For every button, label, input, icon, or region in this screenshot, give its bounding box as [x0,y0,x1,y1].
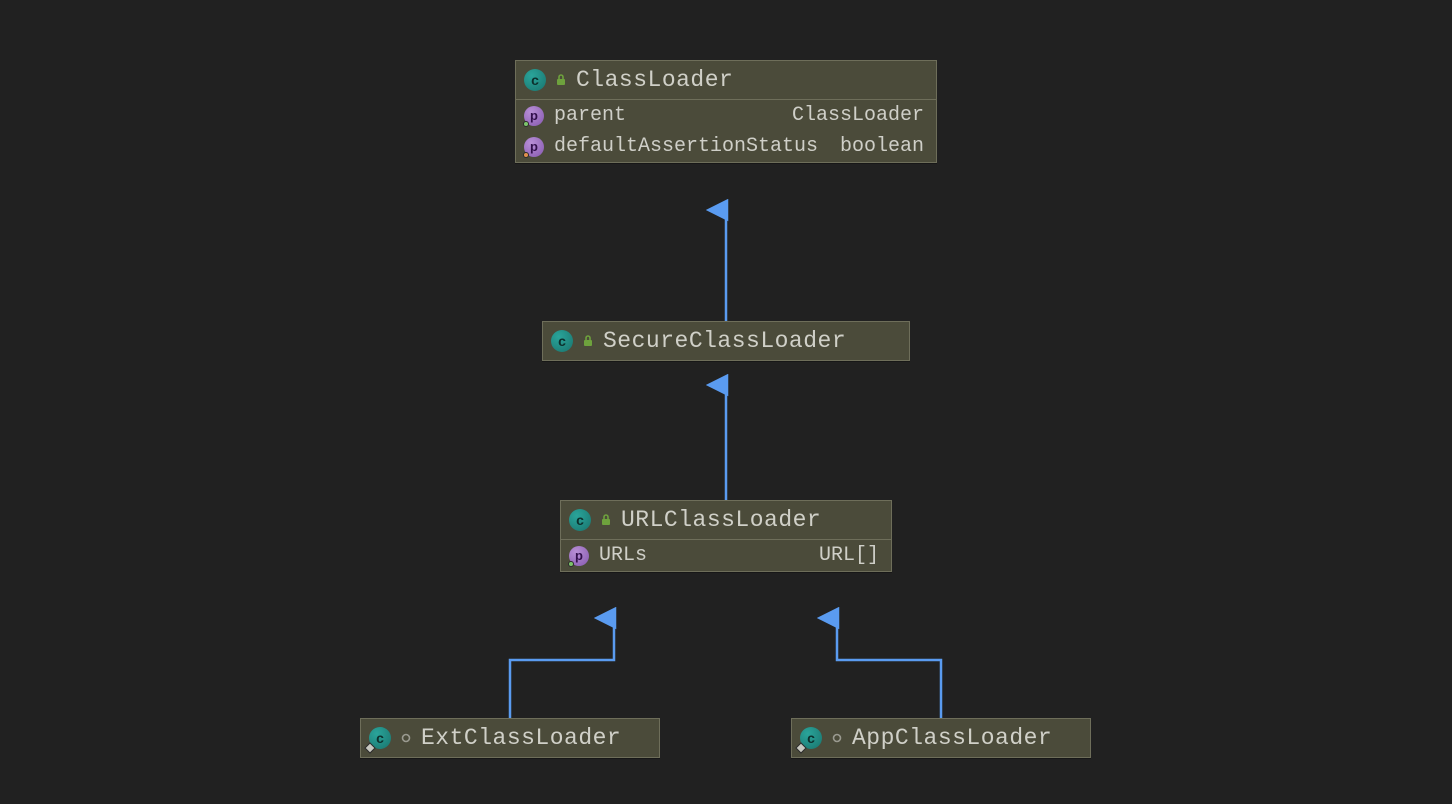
class-header: ExtClassLoader [361,719,659,757]
class-node-appclassloader[interactable]: AppClassLoader [791,718,1091,758]
class-title: ClassLoader [576,67,733,93]
public-circle-icon [399,731,413,745]
class-node-urlclassloader[interactable]: URLClassLoader URLs URL[] [560,500,892,572]
field-type: URL[] [819,544,879,567]
inner-class-badge-icon [795,742,807,754]
field-name: parent [554,104,626,127]
class-icon [569,509,591,531]
field-row[interactable]: parent ClassLoader [516,100,936,131]
visibility-dot-icon [568,561,574,567]
field-row[interactable]: defaultAssertionStatus boolean [516,131,936,162]
class-node-extclassloader[interactable]: ExtClassLoader [360,718,660,758]
class-title: ExtClassLoader [421,725,621,751]
diagram-canvas: ClassLoader parent ClassLoader defaultAs… [0,0,1452,804]
class-icon [524,69,546,91]
class-header: URLClassLoader [561,501,891,539]
class-header: SecureClassLoader [543,322,909,360]
class-title: AppClassLoader [852,725,1052,751]
visibility-dot-icon [523,152,529,158]
abstract-lock-icon [581,334,595,348]
public-circle-icon [830,731,844,745]
abstract-lock-icon [599,513,613,527]
field-name: URLs [599,544,647,567]
inner-class-badge-icon [364,742,376,754]
field-type: ClassLoader [792,104,924,127]
field-name: defaultAssertionStatus [554,135,818,158]
class-title: SecureClassLoader [603,328,846,354]
class-title: URLClassLoader [621,507,821,533]
class-header: AppClassLoader [792,719,1090,757]
field-row[interactable]: URLs URL[] [561,540,891,571]
abstract-lock-icon [554,73,568,87]
class-header: ClassLoader [516,61,936,99]
field-type: boolean [840,135,924,158]
class-node-secureclassloader[interactable]: SecureClassLoader [542,321,910,361]
class-node-classloader[interactable]: ClassLoader parent ClassLoader defaultAs… [515,60,937,163]
visibility-dot-icon [523,121,529,127]
class-icon [551,330,573,352]
